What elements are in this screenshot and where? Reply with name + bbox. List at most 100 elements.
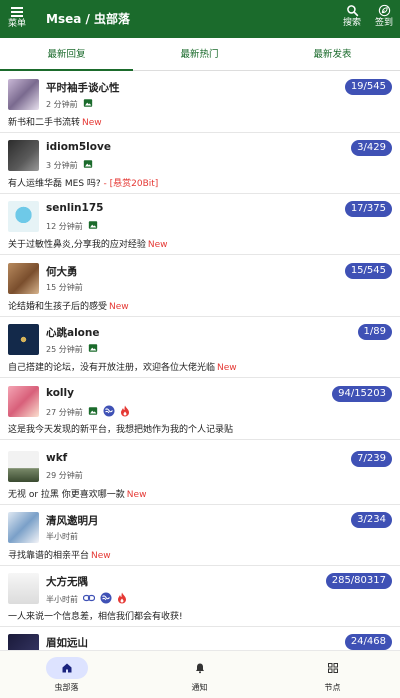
tab-latest-hot[interactable]: 最新热门	[133, 38, 266, 71]
avatar[interactable]	[8, 79, 39, 110]
post-title[interactable]: 有人运维华磊 MES 吗? - [悬赏20Bit]	[8, 176, 160, 189]
avatar[interactable]	[8, 201, 39, 232]
post-title-text: 这是我今天发现的新平台，我想把她作为我的个人记录贴	[8, 425, 234, 435]
reply-view-count-badge: 285/80317	[325, 573, 392, 589]
post-title-text: 一人来说一个信息差，相信我们都会有收获!	[8, 612, 183, 622]
tab-latest-replies[interactable]: 最新回复	[0, 38, 133, 71]
post-title[interactable]: 这是我今天发现的新平台，我想把她作为我的个人记录贴	[8, 422, 235, 435]
post-row[interactable]: 眉如远山 24/468	[0, 627, 400, 650]
avatar[interactable]	[8, 140, 39, 171]
tab-bar: 最新回复 最新热门 最新发表	[0, 38, 400, 71]
bell-icon	[195, 663, 204, 674]
post-title[interactable]: 一人来说一个信息差，相信我们都会有收获!	[8, 609, 185, 622]
post-title[interactable]: 无视 or 拉黑 你更喜欢哪一款 New	[8, 487, 146, 500]
reply-view-count-badge: 15/545	[344, 263, 392, 279]
search-icon	[346, 5, 358, 17]
post-title-text: 寻找靠谱的相亲平台	[8, 551, 90, 561]
image-icon	[83, 159, 93, 171]
post-username[interactable]: 清风邀明月	[46, 513, 99, 528]
post-row[interactable]: wkf 7/239 29 分钟前 无视 or 拉黑 你更喜欢哪一款 New	[0, 444, 400, 505]
app-header: 菜单 Msea / 虫部落 搜索 签到	[0, 0, 400, 38]
post-meta: 半小时前	[46, 531, 78, 542]
post-username[interactable]: kolly	[46, 387, 74, 399]
post-row[interactable]: senlin175 17/375 12 分钟前 关于过敏性鼻炎,分享我的应对经验 New	[0, 194, 400, 255]
reply-view-count-badge: 3/234	[351, 512, 392, 528]
reply-view-count-badge: 19/545	[344, 79, 392, 95]
new-tag: New	[91, 551, 111, 561]
new-tag: New	[82, 118, 102, 128]
post-meta: 2 分钟前	[46, 98, 93, 110]
post-username[interactable]: 何大勇	[46, 264, 78, 279]
nav-notifications-label: 通知	[191, 683, 208, 692]
avatar[interactable]	[8, 634, 39, 650]
post-meta: 29 分钟前	[46, 470, 83, 481]
image-icon	[88, 220, 98, 232]
wave-icon	[100, 592, 112, 606]
post-row[interactable]: idiom5love 3/429 3 分钟前 有人运维华磊 MES 吗? - [悬赏2…	[0, 133, 400, 194]
post-row[interactable]: 平时袖手谈心性 19/545 2 分钟前新书和二手书流转 New	[0, 72, 400, 133]
post-username[interactable]: 平时袖手谈心性	[46, 80, 120, 95]
post-time: 12 分钟前	[46, 221, 83, 231]
post-username[interactable]: wkf	[46, 452, 67, 464]
nav-home-pill	[45, 657, 88, 679]
menu-button[interactable]: 菜单	[6, 4, 28, 30]
avatar[interactable]	[8, 324, 39, 355]
post-meta: 3 分钟前	[46, 159, 93, 171]
post-title[interactable]: 自己搭建的论坛，没有开放注册，欢迎各位大佬光临 New	[8, 360, 237, 373]
post-meta: 27 分钟前	[46, 405, 130, 419]
avatar[interactable]	[8, 573, 39, 604]
nav-notifications-pill	[179, 657, 221, 679]
post-meta: 12 分钟前	[46, 220, 98, 232]
nav-home[interactable]: 虫部落	[0, 651, 133, 698]
nav-notifications[interactable]: 通知	[133, 651, 266, 698]
post-username[interactable]: idiom5love	[46, 141, 111, 153]
post-username[interactable]: 心跳alone	[46, 325, 100, 340]
post-title-text: 新书和二手书流转	[8, 118, 81, 128]
post-title[interactable]: 新书和二手书流转 New	[8, 115, 102, 128]
nav-nodes[interactable]: 节点	[266, 651, 399, 698]
post-row[interactable]: 大方无隅 285/80317 半小时前一人来说一个信息差，相信我们都会有收获!	[0, 566, 400, 627]
avatar[interactable]	[8, 386, 39, 417]
post-list: 平时袖手谈心性 19/545 2 分钟前 新书和二手书流转 New idiom5love 3…	[0, 72, 400, 650]
fire-icon	[120, 405, 130, 419]
post-title[interactable]: 论结婚和生孩子后的感受 New	[8, 299, 129, 312]
avatar[interactable]	[8, 451, 39, 482]
avatar[interactable]	[8, 263, 39, 294]
post-title-text: 有人运维华磊 MES 吗?	[8, 179, 104, 189]
checkin-label: 签到	[374, 18, 393, 28]
menu-label: 菜单	[7, 19, 26, 29]
avatar[interactable]	[8, 512, 39, 543]
post-username[interactable]: 眉如远山	[46, 635, 88, 650]
reply-view-count-badge: 94/15203	[332, 386, 392, 402]
tab-latest-posts[interactable]: 最新发表	[266, 38, 399, 71]
search-button[interactable]: 搜索	[339, 4, 365, 29]
new-tag: New	[217, 363, 237, 373]
post-time: 3 分钟前	[46, 160, 78, 170]
post-time: 半小时前	[46, 594, 78, 604]
post-time: 27 分钟前	[46, 407, 83, 417]
post-row[interactable]: kolly 94/15203 27 分钟前这是我今天发现的新平台，我想把她作为我的个…	[0, 379, 400, 440]
link-icon	[82, 593, 96, 605]
post-meta: 15 分钟前	[46, 282, 83, 293]
checkin-button[interactable]: 签到	[371, 4, 397, 29]
nav-home-label: 虫部落	[54, 683, 79, 692]
post-meta: 25 分钟前	[46, 343, 98, 355]
menu-icon	[11, 7, 23, 17]
new-tag: New	[109, 302, 129, 312]
post-row[interactable]: 何大勇 15/545 15 分钟前论结婚和生孩子后的感受 New	[0, 256, 400, 317]
post-row[interactable]: 心跳alone 1/89 25 分钟前 自己搭建的论坛，没有开放注册，欢迎各位大佬光临…	[0, 317, 400, 378]
post-username[interactable]: 大方无隅	[46, 574, 88, 589]
post-title-text: 关于过敏性鼻炎,分享我的应对经验	[8, 240, 146, 250]
post-row[interactable]: 清风邀明月 3/234 半小时前寻找靠谱的相亲平台 New	[0, 505, 400, 566]
post-title-text: 论结婚和生孩子后的感受	[8, 302, 108, 312]
post-title[interactable]: 关于过敏性鼻炎,分享我的应对经验 New	[8, 237, 168, 250]
post-time: 25 分钟前	[46, 344, 83, 354]
image-icon	[88, 406, 98, 418]
post-title[interactable]: 寻找靠谱的相亲平台 New	[8, 548, 111, 561]
post-username[interactable]: senlin175	[46, 202, 103, 214]
fire-icon	[117, 592, 127, 606]
nav-nodes-pill	[312, 657, 354, 679]
post-time: 半小时前	[46, 532, 78, 541]
grid-icon	[327, 663, 338, 673]
image-icon	[83, 98, 93, 110]
